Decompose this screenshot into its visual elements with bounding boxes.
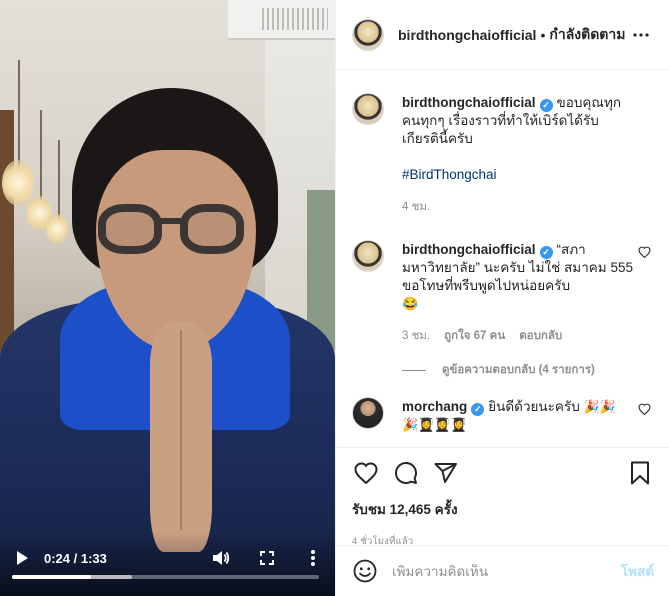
like-comment-heart-icon[interactable] xyxy=(638,246,652,260)
verified-icon: ✓ xyxy=(539,246,553,259)
like-comment-heart-icon[interactable] xyxy=(638,403,652,417)
video-player[interactable]: 0:24 / 1:33 xyxy=(0,0,335,596)
caption-username[interactable]: birdthongchaiofficial xyxy=(402,95,536,110)
comment-emoji: 🎉🎉 xyxy=(583,399,616,414)
header-separator: • xyxy=(540,26,546,43)
comment-time: 3 ชม. xyxy=(402,330,431,342)
post-actions: รับชม 12,465 ครั้ง 4 ชั่วโมงที่แล้ว xyxy=(336,447,669,547)
replies-divider xyxy=(402,369,426,371)
subject-glasses xyxy=(98,204,162,254)
play-icon[interactable] xyxy=(12,548,32,568)
emoji-smile-icon[interactable] xyxy=(352,558,378,584)
comment-emoji: 🎉👩‍🎓👩‍🎓👩‍🎓 xyxy=(402,417,467,432)
header-username[interactable]: birdthongchaiofficial xyxy=(398,27,536,43)
bookmark-icon[interactable] xyxy=(626,459,654,487)
subject-glasses xyxy=(180,204,244,254)
comments-list: birdthongchaiofficial ✓ ขอบคุณทุกคนทุกๆ เร… xyxy=(336,71,669,447)
comment-username[interactable]: birdthongchaiofficial xyxy=(402,242,536,257)
comment-emoji: 😂 xyxy=(402,296,419,311)
post-header: birdthongchaiofficial • กำลังติดตาม xyxy=(336,0,669,70)
video-progress-bar[interactable] xyxy=(12,575,319,579)
post-sidebar: birdthongchaiofficial • กำลังติดตาม bird… xyxy=(335,0,669,596)
avatar[interactable] xyxy=(352,18,384,51)
video-controls: 0:24 / 1:33 xyxy=(0,532,335,596)
comment-likes[interactable]: ถูกใจ 67 คน xyxy=(444,327,505,345)
list-item: morchang ✓ ยินดีด้วยนะครับ 🎉🎉 🎉👩‍🎓👩‍🎓👩‍🎓 xyxy=(352,375,654,434)
share-icon[interactable] xyxy=(432,459,460,487)
avatar[interactable] xyxy=(352,397,384,429)
subject-glasses-bridge xyxy=(160,218,184,224)
avatar[interactable] xyxy=(352,93,384,125)
video-time: 0:24 / 1:33 xyxy=(44,550,107,566)
caption-time: 4 ชม. xyxy=(402,201,431,213)
verified-icon: ✓ xyxy=(539,99,553,112)
video-subject xyxy=(0,0,335,596)
comment-text: ยินดีด้วยนะครับ xyxy=(488,399,580,414)
post-button[interactable]: โพสต์ xyxy=(621,560,654,582)
fullscreen-icon[interactable] xyxy=(257,548,277,568)
caption: birdthongchaiofficial ✓ ขอบคุณทุกคนทุกๆ เร… xyxy=(352,71,654,216)
view-count[interactable]: รับชม 12,465 ครั้ง xyxy=(352,498,654,520)
heart-icon[interactable] xyxy=(352,459,380,487)
subject-hands-detail xyxy=(180,330,182,530)
comment-username[interactable]: morchang xyxy=(402,399,467,414)
list-item: birdthongchaiofficial ✓ “สภามหาวิทยาลัย” น… xyxy=(352,218,654,345)
more-icon[interactable] xyxy=(629,23,653,47)
comment-icon[interactable] xyxy=(392,459,420,487)
more-options-icon[interactable] xyxy=(303,548,323,568)
comment-input[interactable] xyxy=(392,563,621,579)
reply-button[interactable]: ตอบกลับ xyxy=(519,327,562,345)
verified-icon: ✓ xyxy=(471,403,485,416)
hashtag-link[interactable]: #BirdThongchai xyxy=(402,166,634,184)
add-comment-bar: โพสต์ xyxy=(336,545,669,596)
avatar[interactable] xyxy=(352,240,384,272)
following-button[interactable]: กำลังติดตาม xyxy=(549,24,625,46)
video-progress-fill xyxy=(12,575,92,579)
volume-icon[interactable] xyxy=(211,548,231,568)
